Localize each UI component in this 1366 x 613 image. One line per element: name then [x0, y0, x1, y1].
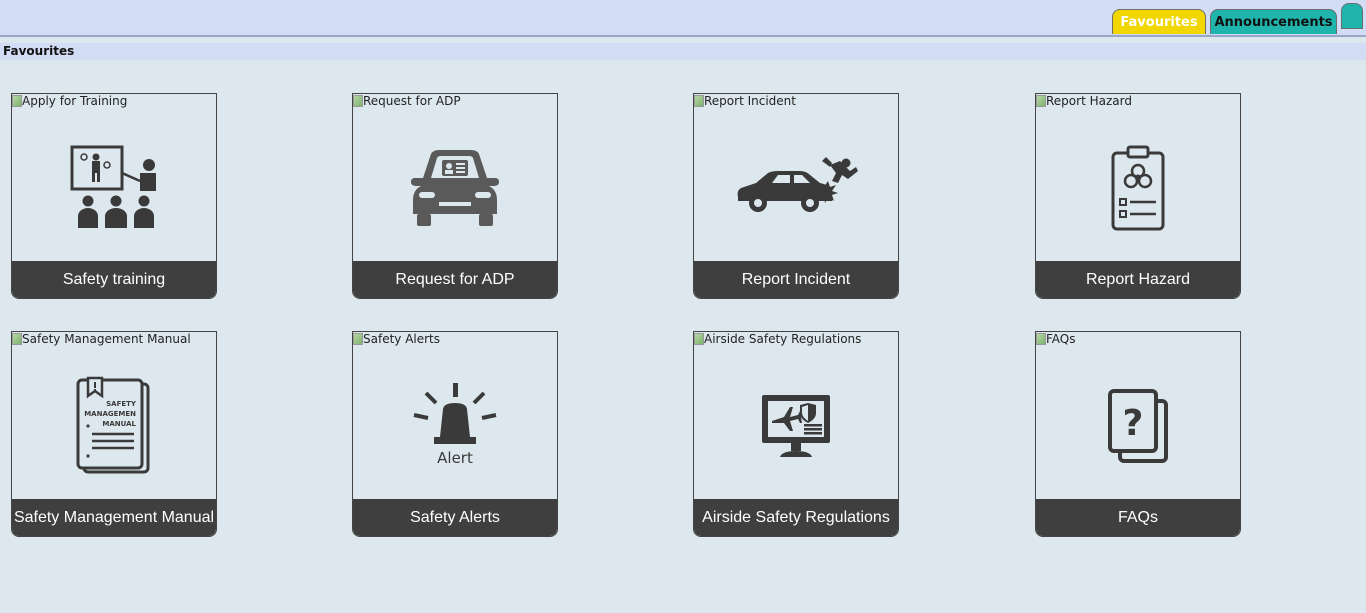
- image-alt-text: Safety Alerts: [353, 332, 440, 346]
- image-alt-text: Request for ADP: [353, 94, 461, 108]
- tile-airside-safety-regulations[interactable]: Airside Safety Regulations Airside Safet…: [693, 331, 899, 537]
- alt-text: Report Hazard: [1046, 94, 1132, 108]
- section-title: Favourites: [0, 43, 1366, 60]
- broken-image-icon: [1036, 333, 1046, 345]
- faq-icon-text: ?: [1123, 403, 1144, 444]
- tile-label: Safety Alerts: [353, 499, 557, 536]
- tile-label: Report Incident: [694, 261, 898, 298]
- broken-image-icon: [12, 333, 22, 345]
- alt-text: Airside Safety Regulations: [704, 332, 862, 346]
- broken-image-icon: [353, 333, 363, 345]
- image-alt-text: Report Incident: [694, 94, 796, 108]
- alt-text: Safety Alerts: [363, 332, 441, 346]
- manual-icon: SAFETY MANAGEMEN MANUAL: [12, 352, 216, 500]
- biohazard-clipboard-icon: [1036, 114, 1240, 262]
- broken-image-icon: [1036, 95, 1046, 107]
- tab-announcements[interactable]: Announcements: [1210, 9, 1337, 34]
- car-id-icon: [353, 114, 557, 262]
- tile-safety-training[interactable]: Apply for Training Safety training: [11, 93, 217, 299]
- broken-image-icon: [12, 95, 22, 107]
- tile-label: FAQs: [1036, 499, 1240, 536]
- tile-label: Airside Safety Regulations: [694, 499, 898, 536]
- tile-report-incident[interactable]: Report Incident Report Incident: [693, 93, 899, 299]
- tile-safety-management-manual[interactable]: Safety Management Manual SAFETY MANAGEME…: [11, 331, 217, 537]
- faq-icon: ?: [1036, 352, 1240, 500]
- alt-text: Safety Management Manual: [22, 332, 191, 346]
- image-alt-text: Airside Safety Regulations: [694, 332, 861, 346]
- manual-icon-text-1: SAFETY: [106, 400, 137, 408]
- image-alt-text: FAQs: [1036, 332, 1076, 346]
- tab-favourites[interactable]: Favourites: [1112, 9, 1206, 34]
- manual-icon-text-2: MANAGEMEN: [84, 410, 136, 418]
- top-bar: Favourites Announcements: [0, 0, 1366, 37]
- tab-extra[interactable]: [1341, 3, 1363, 29]
- tile-faqs[interactable]: FAQs ? FAQs: [1035, 331, 1241, 537]
- training-icon: [12, 114, 216, 262]
- alt-text: Report Incident: [704, 94, 796, 108]
- alert-icon-text: Alert: [437, 449, 473, 467]
- tile-label: Request for ADP: [353, 261, 557, 298]
- alt-text: Apply for Training: [22, 94, 128, 108]
- car-incident-icon: [694, 114, 898, 262]
- alert-siren-icon: Alert: [353, 352, 557, 500]
- tile-safety-alerts[interactable]: Safety Alerts Alert Safety Alerts: [352, 331, 558, 537]
- broken-image-icon: [694, 95, 704, 107]
- image-alt-text: Safety Management Manual: [12, 332, 191, 346]
- tile-label: Safety training: [12, 261, 216, 298]
- image-alt-text: Report Hazard: [1036, 94, 1132, 108]
- manual-icon-text-3: MANUAL: [102, 420, 136, 428]
- alt-text: FAQs: [1046, 332, 1076, 346]
- tile-label: Report Hazard: [1036, 261, 1240, 298]
- broken-image-icon: [353, 95, 363, 107]
- tile-label: Safety Management Manual: [12, 499, 216, 536]
- alt-text: Request for ADP: [363, 94, 461, 108]
- monitor-airplane-icon: [694, 352, 898, 500]
- image-alt-text: Apply for Training: [12, 94, 127, 108]
- broken-image-icon: [694, 333, 704, 345]
- tile-report-hazard[interactable]: Report Hazard Report Hazard: [1035, 93, 1241, 299]
- tile-request-adp[interactable]: Request for ADP Request for ADP: [352, 93, 558, 299]
